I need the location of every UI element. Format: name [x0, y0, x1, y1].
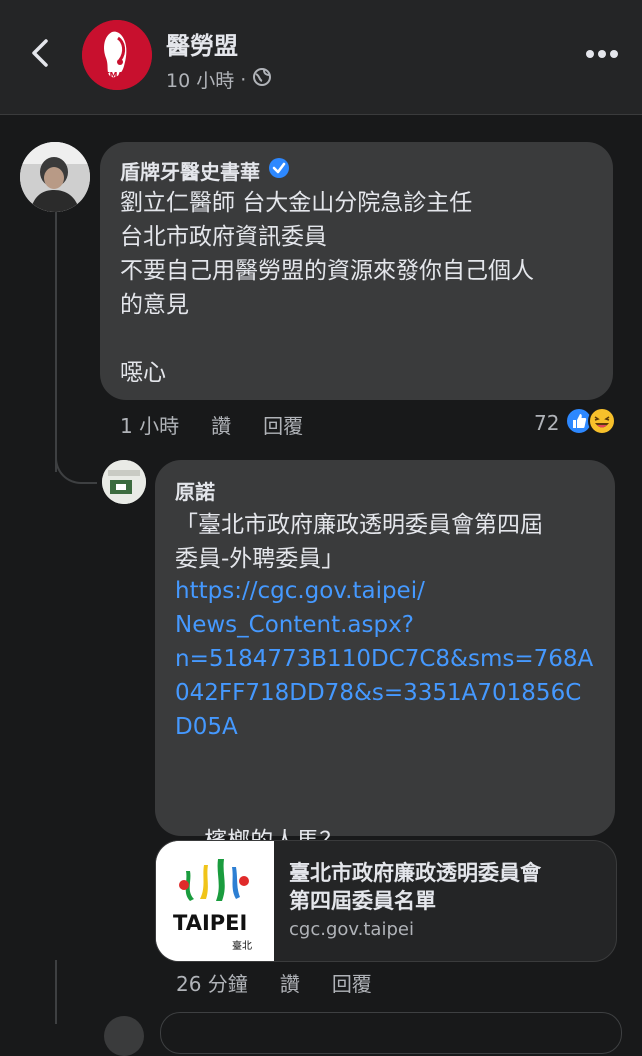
- meta-separator: ·: [240, 68, 247, 91]
- taipei-logo: TAIPEI 臺北: [156, 841, 274, 961]
- link-preview-title[interactable]: 臺北市政府廉政透明委員會 第四屆委員名單: [289, 859, 599, 915]
- reply-quote-text: 「臺北市政府廉政透明委員會第四屆 委員-外聘委員」: [175, 512, 543, 572]
- link-preview-card[interactable]: TAIPEI 臺北 臺北市政府廉政透明委員會 第四屆委員名單 cgc.gov.t…: [155, 840, 617, 962]
- post-time[interactable]: 10 小時: [166, 66, 234, 93]
- taipei-logo-subtext: 臺北: [232, 941, 252, 952]
- thread-connector: [55, 440, 97, 484]
- reply-button[interactable]: 回覆: [263, 410, 303, 439]
- back-icon[interactable]: [24, 36, 58, 70]
- comment-time[interactable]: 1 小時: [120, 410, 179, 439]
- link-preview-domain: cgc.gov.taipei: [289, 919, 414, 940]
- like-button[interactable]: 讚: [211, 410, 231, 439]
- reply-link[interactable]: https://cgc.gov.taipei/ News_Content.asp…: [175, 574, 605, 744]
- author-name[interactable]: 原諾: [175, 476, 215, 505]
- reply-author[interactable]: 原諾: [175, 476, 215, 505]
- page-logo-text: TMAL: [104, 71, 129, 80]
- next-avatar: [104, 1016, 144, 1056]
- reply-time[interactable]: 26 分鐘: [176, 968, 248, 997]
- thread-line: [55, 960, 57, 1024]
- page-header: TMAL 醫勞盟 10 小時 ·: [0, 0, 642, 115]
- reply-actions: 26 分鐘 讚 回覆: [176, 968, 372, 997]
- commenter-avatar[interactable]: [20, 142, 90, 212]
- laugh-reaction-icon: [587, 406, 617, 440]
- post-meta: 10 小時 ·: [166, 66, 272, 93]
- thread-line: [55, 212, 57, 472]
- globe-icon: [252, 67, 272, 92]
- reaction-summary[interactable]: 72: [534, 406, 617, 440]
- comment-actions: 1 小時 讚 回覆: [120, 410, 303, 439]
- like-button[interactable]: 讚: [280, 968, 300, 997]
- more-options-icon[interactable]: [584, 40, 620, 68]
- next-comment-bubble: [160, 1012, 622, 1054]
- comment-author[interactable]: 盾牌牙醫史書華: [120, 156, 290, 185]
- page-avatar[interactable]: TMAL: [82, 20, 152, 90]
- comment-text: 劉立仁醫師 台大金山分院急診主任 台北市政府資訊委員 不要自己用醫勞盟的資源來發…: [120, 190, 534, 386]
- verified-badge-icon: [268, 157, 290, 184]
- reply-bubble: 原諾 「臺北市政府廉政透明委員會第四屆 委員-外聘委員」 https://cgc…: [155, 460, 615, 920]
- replier-avatar[interactable]: [102, 460, 146, 504]
- page-name[interactable]: 醫勞盟: [166, 26, 238, 61]
- reaction-count: 72: [534, 411, 560, 435]
- comment-bubble: 盾牌牙醫史書華 劉立仁醫師 台大金山分院急診主任 台北市政府資訊委員 不要自己用…: [100, 142, 613, 400]
- taipei-logo-text: TAIPEI: [173, 911, 248, 935]
- author-name[interactable]: 盾牌牙醫史書華: [120, 156, 260, 185]
- reply-button[interactable]: 回覆: [332, 968, 372, 997]
